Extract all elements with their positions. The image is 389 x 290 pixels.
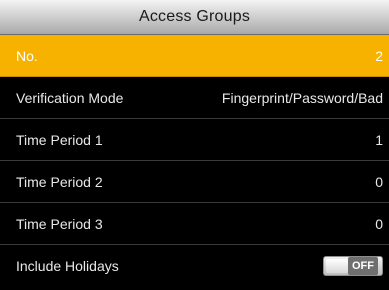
row-time-period-2[interactable]: Time Period 2 0 [0, 161, 389, 203]
row-number-value: 2 [375, 47, 383, 64]
row-time-period-2-label: Time Period 2 [16, 173, 103, 190]
row-number-label: No. [16, 47, 38, 64]
row-time-period-1[interactable]: Time Period 1 1 [0, 119, 389, 161]
row-time-period-3[interactable]: Time Period 3 0 [0, 203, 389, 245]
row-number[interactable]: No. 2 [0, 35, 389, 77]
toggle-state-text: OFF [348, 257, 378, 275]
row-verification-mode-value: Fingerprint/Password/Bad [221, 89, 383, 106]
screen-title: Access Groups [0, 0, 389, 35]
row-include-holidays[interactable]: Include Holidays OFF [0, 245, 389, 287]
settings-list: No. 2 Verification Mode Fingerprint/Pass… [0, 35, 389, 287]
row-time-period-3-label: Time Period 3 [16, 215, 103, 232]
row-time-period-2-value: 0 [375, 173, 383, 190]
row-time-period-1-value: 1 [375, 131, 383, 148]
row-verification-mode-label: Verification Mode [16, 89, 124, 106]
row-time-period-3-value: 0 [375, 215, 383, 232]
row-include-holidays-label: Include Holidays [16, 258, 119, 274]
include-holidays-toggle[interactable]: OFF [323, 256, 383, 276]
row-time-period-1-label: Time Period 1 [16, 131, 103, 148]
row-verification-mode[interactable]: Verification Mode Fingerprint/Password/B… [0, 77, 389, 119]
toggle-knob [326, 259, 348, 273]
device-screen: Access Groups No. 2 Verification Mode Fi… [0, 0, 389, 290]
